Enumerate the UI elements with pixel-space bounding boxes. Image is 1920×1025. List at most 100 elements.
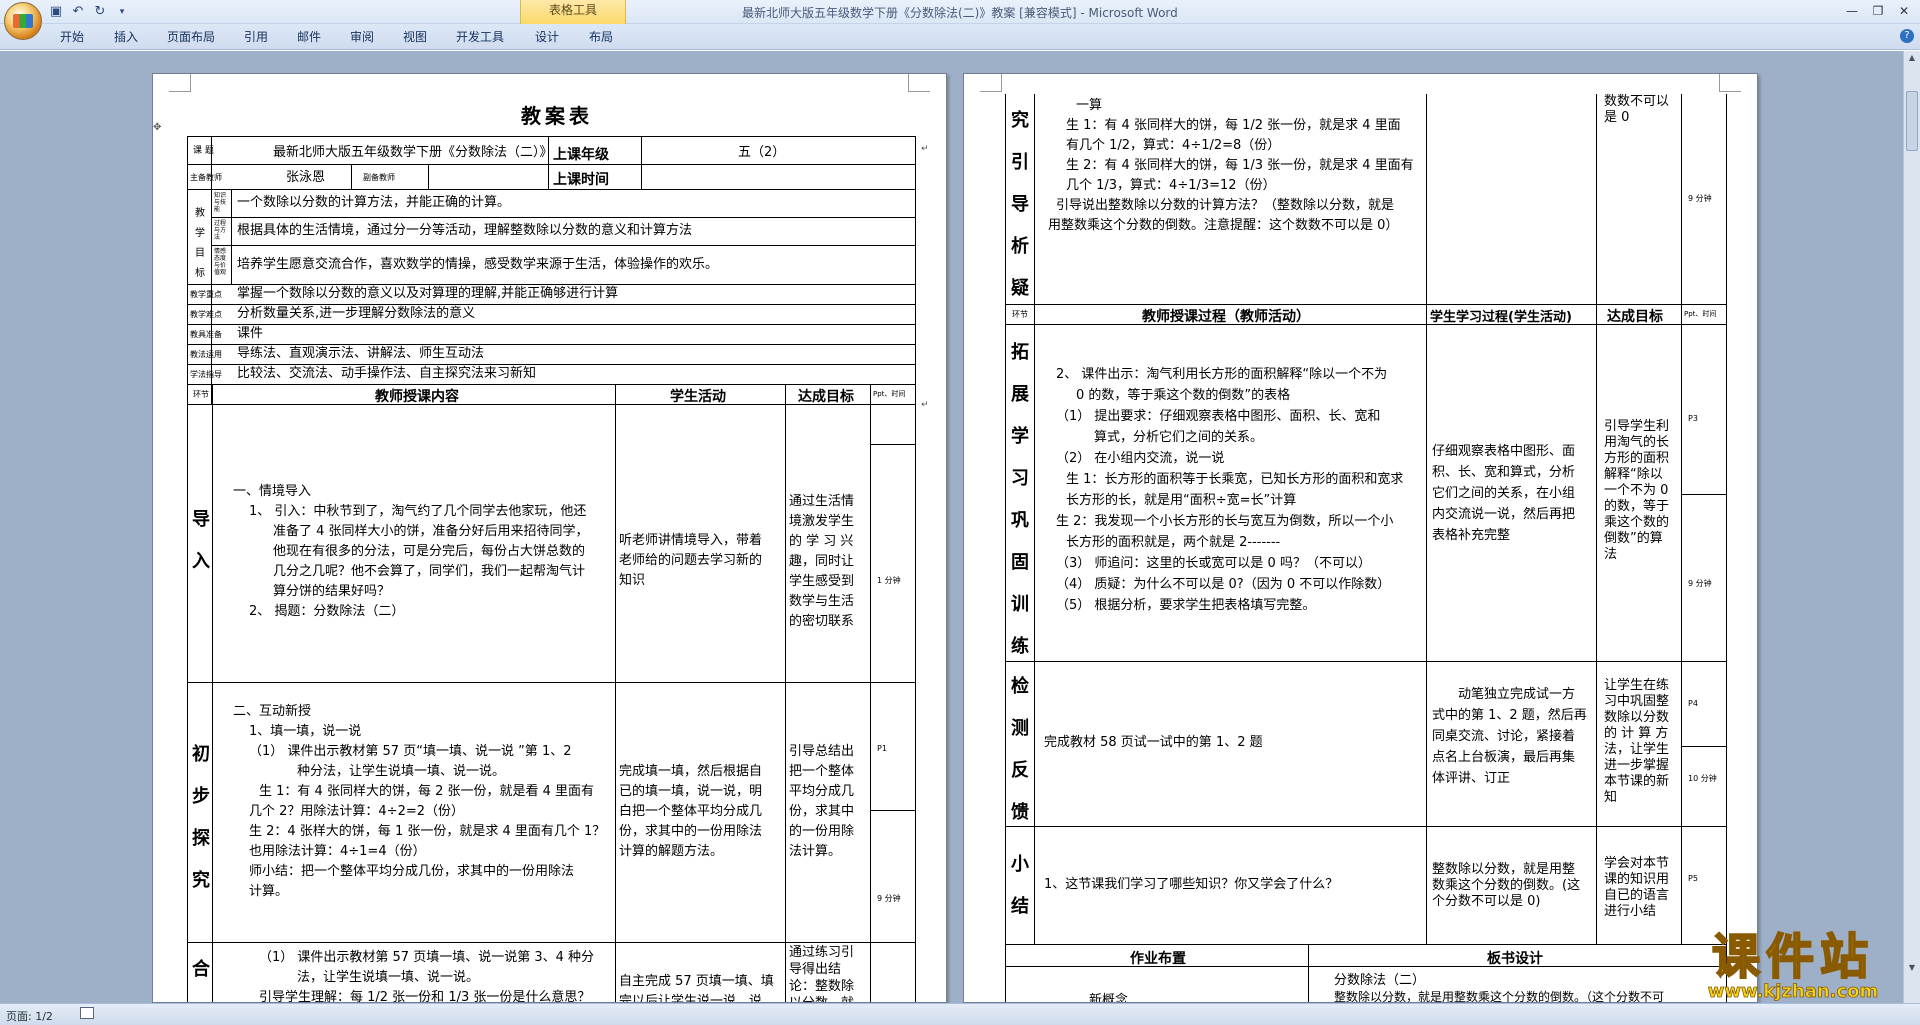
tab-view[interactable]: 视图 (403, 28, 427, 45)
tab-mailings[interactable]: 邮件 (297, 28, 321, 45)
table-border (187, 136, 916, 137)
table-border (1596, 94, 1597, 944)
table-border (785, 384, 786, 1002)
tab-insert[interactable]: 插入 (114, 28, 138, 45)
document-page-2[interactable]: 究引导析疑 一算 生 1：有 4 张同样大的饼，每 1/2 张一份，就是求 4 … (963, 73, 1758, 1003)
table-border (1005, 966, 1727, 967)
row-label: 教学难点 (190, 310, 222, 319)
board-line: 整数除以分数，就是用整数乘这个分数的倒数。（这个分数不可 (1334, 990, 1665, 1003)
homework-label: 作业布置 (1130, 951, 1186, 967)
table-border (1005, 826, 1727, 827)
main-teacher-label: 主备教师 (190, 173, 222, 182)
table-border (870, 444, 915, 445)
table-border (211, 245, 916, 246)
tab-layout[interactable]: 布局 (589, 28, 613, 45)
vertical-scrollbar[interactable]: ▲ ▼ (1903, 51, 1920, 1003)
tab-design[interactable]: 设计 (535, 28, 559, 45)
undo-icon[interactable]: ↶ (70, 4, 86, 20)
row-label: 教学重点 (190, 290, 222, 299)
grade-value: 五（2） (738, 145, 786, 160)
tab-review[interactable]: 审阅 (350, 28, 374, 45)
table-move-handle-icon[interactable]: ✥ (153, 122, 161, 133)
table-border (1681, 94, 1682, 944)
board-label: 板书设计 (1487, 951, 1543, 967)
goal-knowledge: 一个数除以分数的计算方法，并能正确的计算。 (237, 195, 511, 210)
section-label: 究引导析疑 (1011, 110, 1029, 299)
minimize-icon[interactable]: — (1840, 2, 1864, 20)
section-label: 初步探究 (192, 744, 210, 891)
header-col4: Ppt、时间 (1684, 310, 1717, 318)
header-col2: 学生活动 (670, 389, 726, 405)
status-bar: 页面: 1/2 (0, 1003, 1920, 1025)
row-label: 教法运用 (190, 350, 222, 359)
goal-process: 根据具体的生活情境，通过分一分等活动，理解整数除以分数的意义和计算方法 (237, 223, 693, 238)
proofing-icon[interactable] (80, 1007, 94, 1019)
close-icon[interactable]: ✕ (1892, 2, 1916, 20)
intro-student: 听老师讲情境导入，带着 老师给的问题去学习新的 知识 (619, 533, 763, 588)
section-label: 导入 (192, 509, 210, 572)
time-label: 上课时间 (553, 172, 609, 188)
scroll-up-icon[interactable]: ▲ (1906, 53, 1918, 65)
goal-sub-label: 过程与方法 (214, 220, 227, 241)
combine-content: （1） 课件出示教材第 57 页填一填、说一说第 3、4 种分 法，让学生说填一… (259, 950, 595, 1003)
check-student: 动笔独立完成试一方 式中的第 1、2 题，然后再 同桌交流、讨论，紧接着 点名上台板演… (1432, 687, 1587, 786)
expand-goal: 引导学生利 用淘气的长 方形的面积 解释“除以 一个不为 0 的数，等于 乘这个数的 倒数”的… (1604, 419, 1670, 562)
tab-developer[interactable]: 开发工具 (456, 28, 504, 45)
row-value: 导练法、直观演示法、讲解法、师生互动法 (237, 346, 485, 361)
check-time: 10 分钟 (1688, 774, 1717, 783)
goals-label: 教学目标 (195, 208, 205, 279)
table-tools-tab-group: 表格工具 (520, 0, 626, 24)
header-col4: Ppt、时间 (873, 390, 906, 398)
table-border (1681, 746, 1726, 747)
homework-new-concept: 新概念 (1089, 993, 1129, 1003)
expand-student: 仔细观察表格中图形、面 积、长、宽和算式，分析 它们之间的关系，在小组 内交流说一说，… (1432, 444, 1576, 543)
grade-label: 上课年级 (553, 147, 609, 163)
tab-references[interactable]: 引用 (244, 28, 268, 45)
intro-goal: 通过生活情 境激发学生的 学 习 兴趣，同时让 学生感受到 数学与生活 的密切联系 (789, 494, 855, 629)
summary-goal: 学会对本节 课的知识用 自已的语言 进行小结 (1604, 856, 1670, 919)
explore-student: 完成填一填，然后根据自 已的填一填，说一说，明 白把一个整体平均分成几 份，求其中的一… (619, 764, 763, 859)
table-border (641, 136, 642, 189)
title-bar: ▣ ↶ ↻ ▾ 表格工具 最新北师大版五年级数学下册《分数除法(二)》教案 [兼… (0, 0, 1920, 24)
paragraph-mark-icon: ↵ (921, 144, 929, 154)
help-icon[interactable]: ? (1900, 29, 1914, 43)
redo-icon[interactable]: ↻ (92, 4, 108, 20)
tab-home[interactable]: 开始 (60, 28, 84, 45)
combine-student: 自主完成 57 页填一填、填 完以后让学生说一说，说 (619, 974, 774, 1003)
table-border (870, 384, 871, 1002)
row-value: 课件 (237, 326, 264, 341)
table-border (615, 384, 616, 1002)
window-title: 最新北师大版五年级数学下册《分数除法(二)》教案 [兼容模式] - Micros… (742, 6, 1178, 20)
save-icon[interactable]: ▣ (48, 4, 64, 20)
table-border (1681, 494, 1726, 495)
scroll-thumb[interactable] (1906, 91, 1918, 151)
table-border (915, 136, 916, 1002)
explore-time: 9 分钟 (877, 894, 901, 903)
row-value: 比较法、交流法、动手操作法、自主探究法来习新知 (237, 366, 537, 381)
main-teacher-name: 张泳恩 (286, 170, 326, 185)
expand-content: 2、 课件出示：淘气利用长方形的面积解释“除以一个不为 0 的数，等于乘这个数的… (1056, 367, 1404, 613)
table-border (1426, 94, 1427, 944)
customize-toolbar-icon[interactable]: ▾ (114, 4, 130, 20)
table-border (187, 164, 916, 165)
page-indicator[interactable]: 页面: 1/2 (6, 1008, 53, 1024)
window-controls: — ❐ ✕ (1840, 2, 1916, 20)
check-goal: 让学生在练 习中巩固整 数除以分数的 计 算 方法，让学生 进一步掌握 本节课的新知 (1604, 678, 1670, 805)
header-col1: 教师授课过程（教师活动） (1142, 309, 1310, 325)
document-page-1[interactable]: 教案表 ✥ 课 题 最新北师大版五年级数学下册《分数除法（二）》 上课年级 五（… (152, 73, 947, 1003)
watermark-text: 课件站 (1712, 929, 1874, 985)
research-goal: 数数不可以是 0 (1604, 94, 1670, 125)
office-button[interactable] (4, 2, 42, 40)
header-col3: 达成目标 (1607, 309, 1663, 325)
table-border (1726, 94, 1727, 1002)
check-content: 完成教材 58 页试一试中的第 1、2 题 (1044, 735, 1263, 750)
section-label: 检测反馈 (1011, 676, 1029, 823)
check-ppt: P4 (1688, 699, 1698, 708)
tab-page-layout[interactable]: 页面布局 (167, 28, 215, 45)
maximize-icon[interactable]: ❐ (1866, 2, 1890, 20)
table-border (1308, 944, 1309, 1002)
quick-access-toolbar: ▣ ↶ ↻ ▾ (48, 3, 130, 21)
goal-sub-label: 知识与技能 (214, 192, 227, 213)
table-border (187, 384, 916, 385)
intro-content: 一、情境导入 1、 引入：中秋节到了，淘气约了几个同学去他家玩，他还 准备了 4… (233, 484, 589, 619)
